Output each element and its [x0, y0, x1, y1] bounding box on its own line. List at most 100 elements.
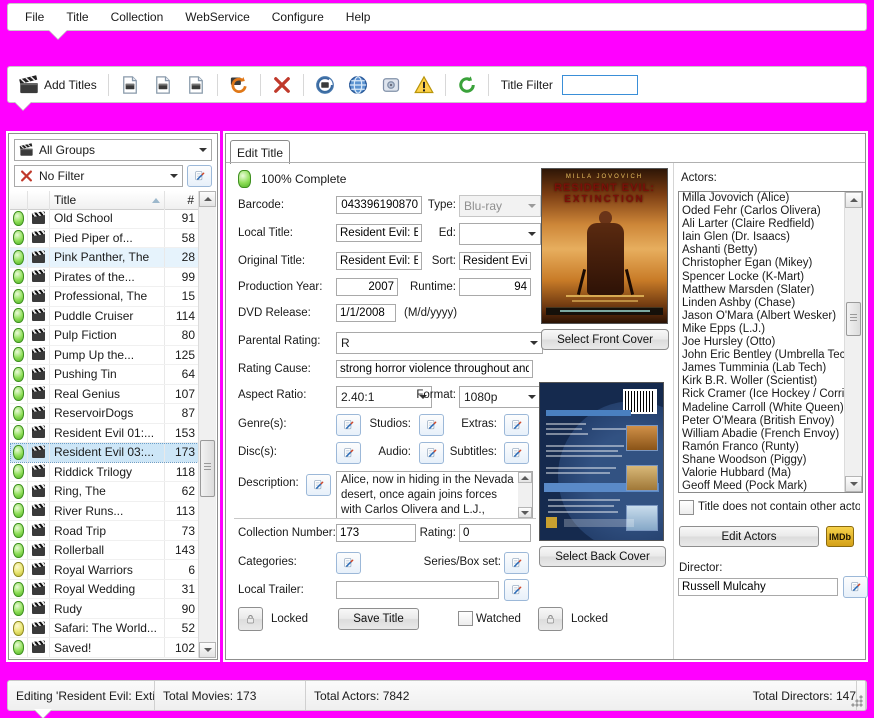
lock-covers-button[interactable]: [538, 607, 563, 631]
format-dropdown[interactable]: 1080p: [459, 386, 541, 408]
title-list-row[interactable]: Saved! 102: [10, 638, 199, 658]
browse-trailer-button[interactable]: [504, 579, 529, 601]
menu-item[interactable]: File: [14, 6, 55, 28]
actor-item[interactable]: Valorie Hubbard (Ma): [679, 467, 862, 480]
actor-item[interactable]: Jason O'Mara (Albert Wesker): [679, 310, 862, 323]
rotate-title-button[interactable]: [310, 71, 340, 99]
title-list-row[interactable]: Resident Evil 01:... 153: [10, 424, 199, 444]
actor-item[interactable]: Milla Jovovich (Alice): [679, 192, 862, 205]
director-field[interactable]: [678, 578, 838, 596]
warnings-button[interactable]: [409, 71, 439, 99]
title-list-row[interactable]: Safari: The World... 52: [10, 619, 199, 639]
save-title-button[interactable]: Save Title: [338, 608, 419, 630]
load-title-doc-button[interactable]: [181, 71, 211, 99]
menu-item[interactable]: Help: [335, 6, 382, 28]
actor-item[interactable]: Matthew Marsden (Slater): [679, 284, 862, 297]
watched-checkbox[interactable]: [458, 611, 473, 626]
rating-field[interactable]: [459, 524, 531, 542]
actor-item[interactable]: Mike Epps (L.J.): [679, 323, 862, 336]
delete-title-button[interactable]: [267, 71, 297, 99]
group-selector[interactable]: All Groups: [14, 139, 212, 161]
actor-item[interactable]: James Tumminia (Lab Tech): [679, 362, 862, 375]
description-field[interactable]: Alice, now in hiding in the Nevada deser…: [336, 471, 533, 519]
menu-item[interactable]: Configure: [261, 6, 335, 28]
type-dropdown[interactable]: Blu-ray: [459, 195, 541, 217]
actor-item[interactable]: Ashanti (Betty): [679, 244, 862, 257]
lock-title-button[interactable]: [238, 607, 263, 631]
edition-dropdown[interactable]: [459, 223, 541, 245]
menu-item[interactable]: Collection: [100, 6, 175, 28]
scroll-up-arrow[interactable]: [199, 191, 216, 207]
title-list-row[interactable]: ReservoirDogs 87: [10, 404, 199, 424]
actor-item[interactable]: John Eric Bentley (Umbrella Tech): [679, 349, 862, 362]
title-list-row[interactable]: Pirates of the... 99: [10, 268, 199, 288]
title-list-row[interactable]: Professional, The 15: [10, 287, 199, 307]
title-list-row[interactable]: Pushing Tin 64: [10, 365, 199, 385]
actor-item[interactable]: Linden Ashby (Chase): [679, 297, 862, 310]
parental-rating-dropdown[interactable]: R: [336, 332, 543, 354]
scroll-down-arrow[interactable]: [845, 476, 862, 492]
sort-field[interactable]: [459, 252, 531, 270]
actor-item[interactable]: Joe Hursley (Otto): [679, 336, 862, 349]
scroll-down-arrow[interactable]: [199, 642, 216, 658]
title-list-row[interactable]: Rollerball 143: [10, 541, 199, 561]
edit-description-button[interactable]: [306, 474, 331, 496]
edit-subtitles-button[interactable]: [504, 442, 529, 464]
actor-item[interactable]: William Abadie (French Envoy): [679, 428, 862, 441]
menu-item[interactable]: Title: [55, 6, 99, 28]
actor-item[interactable]: Geoff Meed (Pock Mark): [679, 480, 862, 493]
title-list-row[interactable]: Royal Wedding 31: [10, 580, 199, 600]
title-list-row[interactable]: Ring, The 62: [10, 482, 199, 502]
filter-selector[interactable]: No Filter: [14, 165, 183, 187]
scroll-up-arrow[interactable]: [518, 472, 532, 483]
no-other-actors-checkbox[interactable]: [679, 500, 694, 515]
edit-series-button[interactable]: [504, 552, 529, 574]
edit-actors-button[interactable]: Edit Actors: [679, 526, 819, 547]
sync-button[interactable]: [452, 71, 482, 99]
scrollbar-thumb[interactable]: [846, 302, 861, 336]
status-column-header[interactable]: [10, 191, 28, 209]
title-list-row[interactable]: Rudy 90: [10, 599, 199, 619]
select-back-cover-button[interactable]: Select Back Cover: [539, 546, 666, 567]
menu-item[interactable]: WebService: [174, 6, 260, 28]
disc-drive-button[interactable]: [376, 71, 406, 99]
actor-item[interactable]: Peter O'Meara (British Envoy): [679, 415, 862, 428]
actor-item[interactable]: Oded Fehr (Carlos Olivera): [679, 205, 862, 218]
actor-item[interactable]: Christopher Egan (Mikey): [679, 257, 862, 270]
refresh-title-button[interactable]: [224, 71, 254, 99]
title-list-row[interactable]: Old School 91: [10, 209, 199, 229]
edit-categories-button[interactable]: [336, 552, 361, 574]
actor-item[interactable]: Spencer Locke (K-Mart): [679, 271, 862, 284]
title-column-header[interactable]: Title: [50, 191, 165, 209]
actors-listbox[interactable]: Milla Jovovich (Alice)Oded Fehr (Carlos …: [678, 191, 863, 493]
title-list-row[interactable]: Pulp Fiction 80: [10, 326, 199, 346]
rating-cause-field[interactable]: [336, 360, 533, 378]
edit-director-button[interactable]: [843, 576, 868, 598]
tab-edit-title[interactable]: Edit Title: [230, 140, 290, 164]
select-front-cover-button[interactable]: Select Front Cover: [541, 329, 669, 350]
runtime-field[interactable]: [459, 278, 531, 296]
title-list-row[interactable]: Pied Piper of... 58: [10, 229, 199, 249]
actor-item[interactable]: Ramón Franco (Runty): [679, 441, 862, 454]
add-titles-button[interactable]: Add Titles: [14, 71, 102, 99]
actors-scrollbar[interactable]: [844, 192, 862, 492]
description-scrollbar[interactable]: [518, 472, 532, 518]
actor-item[interactable]: Kirk B.R. Woller (Scientist): [679, 375, 862, 388]
scroll-up-arrow[interactable]: [845, 192, 862, 208]
resize-grip[interactable]: [851, 695, 863, 707]
web-lookup-button[interactable]: [343, 71, 373, 99]
edit-filter-button[interactable]: [187, 165, 212, 187]
title-list-row[interactable]: Puddle Cruiser 114: [10, 307, 199, 327]
title-list-row[interactable]: Pink Panther, The 28: [10, 248, 199, 268]
title-list-row[interactable]: River Runs... 113: [10, 502, 199, 522]
type-column-header[interactable]: [28, 191, 50, 209]
title-list-scrollbar[interactable]: [198, 191, 216, 658]
local-trailer-field[interactable]: [336, 581, 499, 599]
imdb-button[interactable]: IMDb: [826, 526, 854, 547]
title-list-row[interactable]: Riddick Trilogy 118: [10, 463, 199, 483]
edit-extras-button[interactable]: [504, 414, 529, 436]
title-list-row[interactable]: Royal Warriors 6: [10, 560, 199, 580]
title-list-row[interactable]: Road Trip 73: [10, 521, 199, 541]
scroll-down-arrow[interactable]: [518, 507, 532, 518]
actor-item[interactable]: Iain Glen (Dr. Isaacs): [679, 231, 862, 244]
